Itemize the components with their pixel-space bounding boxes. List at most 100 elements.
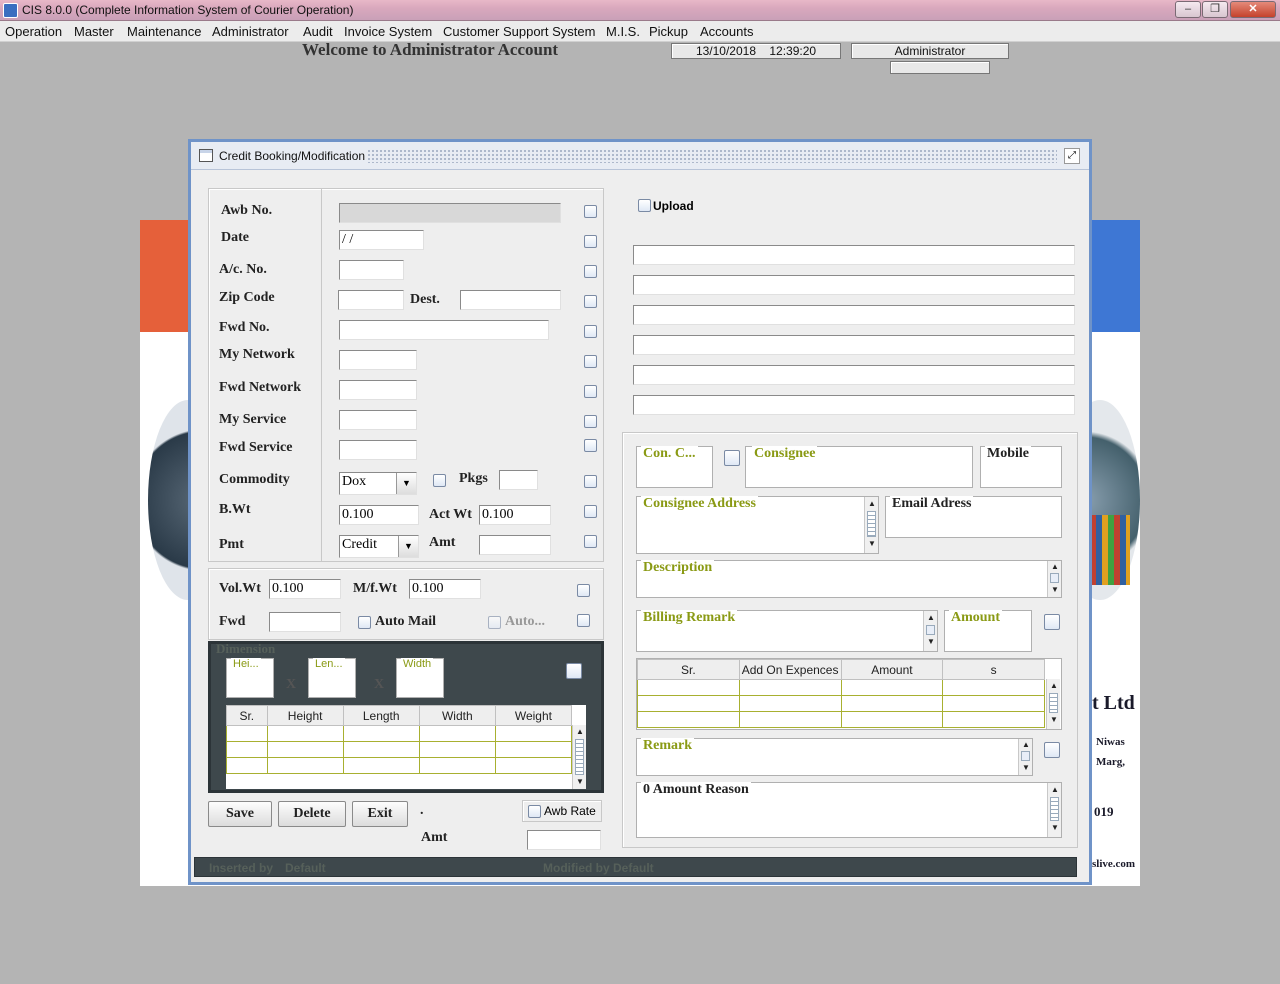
maximize-icon[interactable]: ❐	[1202, 1, 1228, 18]
menu-accounts[interactable]: Accounts	[700, 24, 753, 39]
table-row[interactable]	[226, 725, 573, 742]
scroll-up-icon[interactable]: ▲	[573, 725, 587, 739]
menu-master[interactable]: Master	[74, 24, 114, 39]
upload-checkbox[interactable]	[638, 199, 651, 212]
pkgs-input[interactable]	[499, 470, 538, 490]
upload-field-6[interactable]	[633, 395, 1075, 415]
dim-col-weight[interactable]: Weight	[494, 705, 573, 726]
menu-maintenance[interactable]: Maintenance	[127, 24, 201, 39]
remark-input[interactable]: Remark ▲ ▼	[636, 738, 1033, 776]
scroll-up-icon[interactable]: ▲	[1019, 739, 1033, 750]
amt-input[interactable]	[479, 535, 551, 555]
email-address-input[interactable]: Email Adress	[885, 496, 1062, 538]
length-input[interactable]: Len...	[308, 658, 356, 698]
upload-field-1[interactable]	[633, 245, 1075, 265]
address-scrollbar[interactable]: ▲ ▼	[864, 497, 878, 553]
save-button[interactable]: Save	[208, 801, 272, 827]
dest-input[interactable]	[460, 290, 561, 310]
fwd-service-input[interactable]	[339, 440, 417, 460]
exp-col-add-on-expences[interactable]: Add On Expences	[738, 659, 842, 680]
table-row[interactable]	[637, 711, 1045, 728]
description-input[interactable]: Description ▲ ▼	[636, 560, 1062, 598]
fwd-service-checkbox[interactable]	[584, 439, 597, 452]
my-network-input[interactable]	[339, 350, 417, 370]
scroll-thumb[interactable]	[926, 625, 935, 635]
date-checkbox[interactable]	[584, 235, 597, 248]
dim-col-width[interactable]: Width	[418, 705, 496, 726]
scroll-up-icon[interactable]: ▲	[1047, 679, 1061, 693]
fwd-no-input[interactable]	[339, 320, 549, 340]
close-icon[interactable]: ✕	[1230, 1, 1276, 18]
remark-checkbox[interactable]	[1044, 742, 1060, 758]
zip-code-input[interactable]	[338, 290, 404, 310]
exp-col-s[interactable]: s	[942, 659, 1045, 680]
fwd-no-checkbox[interactable]	[584, 325, 597, 338]
dimension-scrollbar[interactable]: ▲ ▼	[572, 725, 586, 789]
mobile-input[interactable]: Mobile	[980, 446, 1062, 488]
awb-rate-checkbox[interactable]	[528, 805, 541, 818]
fwd-checkbox[interactable]	[577, 614, 590, 627]
billing-remark-scrollbar[interactable]: ▲ ▼	[923, 611, 937, 651]
consignee-input[interactable]: Consignee	[745, 446, 973, 488]
scroll-up-icon[interactable]: ▲	[865, 497, 879, 511]
dim-col-height[interactable]: Height	[266, 705, 344, 726]
menu-pickup[interactable]: Pickup	[649, 24, 688, 39]
my-service-checkbox[interactable]	[584, 415, 597, 428]
bottom-amt-input[interactable]	[527, 830, 601, 850]
minimize-icon[interactable]: –	[1175, 1, 1201, 18]
remark-scrollbar[interactable]: ▲ ▼	[1018, 739, 1032, 775]
awb-no-input[interactable]	[339, 203, 561, 223]
scroll-thumb[interactable]	[575, 739, 584, 775]
reason-scrollbar[interactable]: ▲ ▼	[1047, 783, 1061, 837]
scroll-thumb[interactable]	[1049, 693, 1058, 713]
date-input[interactable]: / /	[339, 230, 424, 250]
scroll-down-icon[interactable]: ▼	[1048, 821, 1062, 835]
bwt-checkbox[interactable]	[584, 505, 597, 518]
my-network-checkbox[interactable]	[584, 355, 597, 368]
scroll-thumb[interactable]	[867, 511, 876, 537]
con-c-checkbox[interactable]	[724, 450, 740, 466]
exp-col-sr[interactable]: Sr.	[637, 659, 740, 680]
menu-audit[interactable]: Audit	[303, 24, 333, 39]
chevron-down-icon[interactable]: ▼	[398, 536, 418, 557]
pmt-select[interactable]: Credit ▼	[339, 535, 419, 558]
ac-no-checkbox[interactable]	[584, 265, 597, 278]
height-input[interactable]: Hei...	[226, 658, 274, 698]
ac-no-input[interactable]	[339, 260, 404, 280]
scroll-down-icon[interactable]: ▼	[865, 537, 879, 551]
upload-field-5[interactable]	[633, 365, 1075, 385]
commodity-checkbox[interactable]	[584, 475, 597, 488]
delete-button[interactable]: Delete	[278, 801, 346, 827]
scroll-down-icon[interactable]: ▼	[924, 635, 938, 649]
exp-col-amount[interactable]: Amount	[840, 659, 944, 680]
scroll-down-icon[interactable]: ▼	[1019, 762, 1033, 773]
zero-amount-reason-input[interactable]: 0 Amount Reason ▲ ▼	[636, 782, 1062, 838]
my-service-input[interactable]	[339, 410, 417, 430]
scroll-down-icon[interactable]: ▼	[573, 775, 587, 789]
scroll-up-icon[interactable]: ▲	[1048, 561, 1062, 572]
table-row[interactable]	[226, 741, 573, 758]
pkgs-checkbox[interactable]	[433, 474, 446, 487]
fwd-network-input[interactable]	[339, 380, 417, 400]
act-wt-input[interactable]: 0.100	[479, 505, 551, 525]
table-row[interactable]	[226, 757, 573, 774]
auto-mail-checkbox[interactable]	[358, 616, 371, 629]
dim-col-sr[interactable]: Sr.	[226, 705, 268, 726]
expenses-scrollbar[interactable]: ▲ ▼	[1046, 679, 1060, 729]
width-input[interactable]: Width	[396, 658, 444, 698]
scroll-up-icon[interactable]: ▲	[924, 611, 938, 625]
zip-code-checkbox[interactable]	[584, 295, 597, 308]
menu-mis[interactable]: M.I.S.	[606, 24, 640, 39]
awb-no-checkbox[interactable]	[584, 205, 597, 218]
con-c-input[interactable]: Con. C...	[636, 446, 713, 488]
scroll-thumb[interactable]	[1021, 751, 1030, 761]
table-row[interactable]	[637, 695, 1045, 712]
amount-input[interactable]: Amount	[944, 610, 1032, 652]
consignee-address-input[interactable]: Consignee Address ▲ ▼	[636, 496, 879, 554]
vol-wt-checkbox[interactable]	[577, 584, 590, 597]
amount-checkbox[interactable]	[1044, 614, 1060, 630]
description-scrollbar[interactable]: ▲ ▼	[1047, 561, 1061, 597]
scroll-up-icon[interactable]: ▲	[1048, 783, 1062, 797]
vol-wt-input[interactable]: 0.100	[269, 579, 341, 599]
fwd-input[interactable]	[269, 612, 341, 632]
